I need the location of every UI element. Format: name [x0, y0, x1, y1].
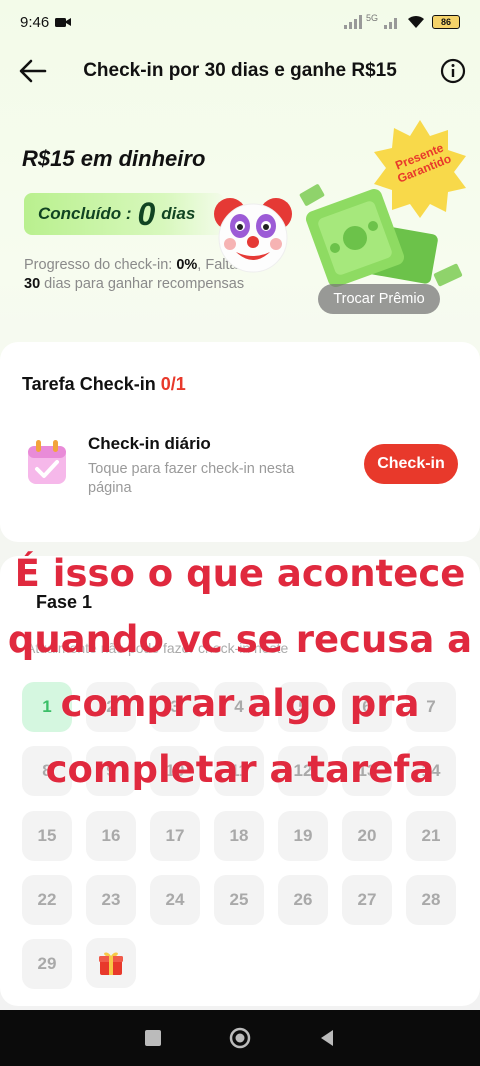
day-cell[interactable]: 1 [22, 682, 72, 732]
status-time: 9:46 [20, 13, 50, 31]
day-cell[interactable]: 3 [150, 682, 200, 732]
day-cell[interactable]: 18 [214, 811, 264, 861]
task-name: Check-in diário [88, 434, 211, 453]
day-cell[interactable]: 15 [22, 811, 72, 861]
system-nav-bar [0, 1010, 480, 1066]
day-cell[interactable]: 13 [342, 746, 392, 796]
progress-suffix-2: dias para ganhar recompensas [44, 276, 245, 292]
day-cell[interactable]: 7 [406, 682, 456, 732]
status-right: 5G 86 [343, 13, 460, 29]
reward-section: R$15 em dinheiro Concluído : 0 dias Prog… [0, 120, 480, 328]
task-card: Tarefa Check-in 0/1 Check-in diário Toqu… [0, 342, 480, 542]
day-cell[interactable]: 26 [278, 875, 328, 925]
phase-note: Atualmente não pode fazer check-in neste [26, 640, 289, 656]
camera-icon [55, 18, 72, 27]
clown-face-icon [214, 198, 292, 273]
signal-icon-2 [384, 18, 397, 29]
trade-prize-button[interactable]: Trocar Prêmio [318, 284, 440, 314]
check-in-button[interactable]: Check-in [364, 444, 458, 484]
completed-unit: dias [161, 204, 196, 223]
day-cell[interactable]: 17 [150, 811, 200, 861]
reward-title: R$15 em dinheiro [22, 146, 206, 171]
day-cell[interactable]: 12 [278, 746, 328, 796]
day-cell[interactable]: 5 [278, 682, 328, 732]
day-cell[interactable]: 2 [86, 682, 136, 732]
gift-day-cell[interactable] [86, 938, 136, 988]
completed-days-pill: Concluído : 0 dias [24, 193, 224, 235]
task-title-label: Tarefa Check-in [22, 374, 156, 394]
day-cell[interactable]: 4 [214, 682, 264, 732]
day-cell[interactable]: 28 [406, 875, 456, 925]
day-cell[interactable]: 9 [86, 746, 136, 796]
day-cell[interactable]: 16 [86, 811, 136, 861]
day-cell[interactable]: 14 [406, 746, 456, 796]
page-title: Check-in por 30 dias e ganhe R$15 [83, 60, 397, 81]
progress-prefix: Progresso do check-in: [24, 257, 173, 273]
gift-icon [99, 952, 123, 975]
header: Check-in por 30 dias e ganhe R$15 [0, 48, 480, 94]
battery-level: 86 [440, 17, 451, 27]
day-cell[interactable]: 25 [214, 875, 264, 925]
day-cell[interactable]: 23 [86, 875, 136, 925]
day-cell[interactable]: 22 [22, 875, 72, 925]
day-cell[interactable]: 8 [22, 746, 72, 796]
day-cell[interactable]: 29 [22, 939, 72, 989]
network-type: 5G [365, 13, 378, 23]
calendar-check-icon [28, 440, 66, 484]
battery-icon: 86 [432, 15, 460, 29]
info-icon[interactable] [440, 58, 466, 84]
day-cell[interactable]: 27 [342, 875, 392, 925]
task-card-title: Tarefa Check-in 0/1 [22, 374, 186, 395]
back-icon[interactable] [315, 1026, 339, 1050]
phase-title: Fase 1 [36, 592, 93, 612]
phase-card: Fase 1 Atualmente não pode fazer check-i… [0, 556, 480, 1006]
day-cell[interactable]: 6 [342, 682, 392, 732]
recent-apps-icon[interactable] [141, 1026, 165, 1050]
task-count: 0/1 [160, 374, 186, 394]
day-cell[interactable]: 10 [150, 746, 200, 796]
task-description: Toque para fazer check-in nesta página [88, 461, 295, 496]
day-cell[interactable]: 19 [278, 811, 328, 861]
day-cell[interactable]: 24 [150, 875, 200, 925]
day-cell[interactable]: 20 [342, 811, 392, 861]
completed-label: Concluído : [38, 204, 132, 223]
day-cell[interactable]: 11 [214, 746, 264, 796]
wifi-icon [408, 15, 424, 28]
progress-value: 0% [176, 257, 198, 273]
completed-value: 0 [137, 195, 156, 232]
home-icon[interactable] [228, 1026, 252, 1050]
days-left: 30 [24, 276, 41, 292]
day-cell[interactable]: 21 [406, 811, 456, 861]
signal-icon [343, 15, 362, 29]
status-left: 9:46 [20, 13, 72, 31]
status-bar: 9:46 5G 86 [0, 0, 480, 44]
